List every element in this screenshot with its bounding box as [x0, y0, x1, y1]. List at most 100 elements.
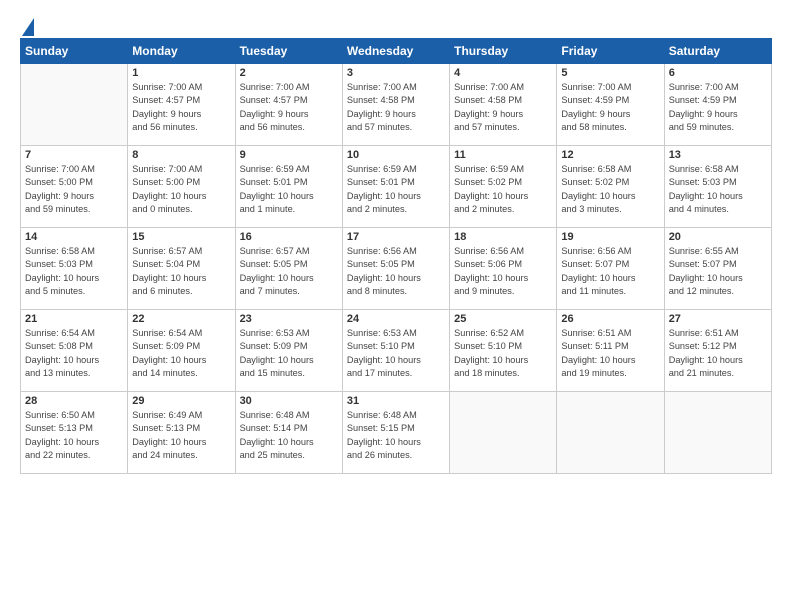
day-info: Sunrise: 6:54 AMSunset: 5:08 PMDaylight:…	[25, 327, 123, 380]
day-number: 27	[669, 313, 767, 325]
day-info: Sunrise: 6:59 AMSunset: 5:01 PMDaylight:…	[347, 163, 445, 216]
day-info: Sunrise: 6:54 AMSunset: 5:09 PMDaylight:…	[132, 327, 230, 380]
day-info: Sunrise: 7:00 AMSunset: 4:58 PMDaylight:…	[454, 81, 552, 134]
day-info: Sunrise: 6:59 AMSunset: 5:01 PMDaylight:…	[240, 163, 338, 216]
logo-triangle-icon	[22, 18, 34, 36]
day-info: Sunrise: 7:00 AMSunset: 4:59 PMDaylight:…	[561, 81, 659, 134]
day-info: Sunrise: 6:48 AMSunset: 5:14 PMDaylight:…	[240, 409, 338, 462]
table-row: 30 Sunrise: 6:48 AMSunset: 5:14 PMDayligh…	[235, 392, 342, 474]
calendar-table: Sunday Monday Tuesday Wednesday Thursday…	[20, 38, 772, 474]
col-wednesday: Wednesday	[342, 39, 449, 64]
logo	[20, 18, 34, 32]
table-row: 5 Sunrise: 7:00 AMSunset: 4:59 PMDaylight…	[557, 64, 664, 146]
col-monday: Monday	[128, 39, 235, 64]
day-info: Sunrise: 7:00 AMSunset: 4:57 PMDaylight:…	[132, 81, 230, 134]
day-info: Sunrise: 6:49 AMSunset: 5:13 PMDaylight:…	[132, 409, 230, 462]
day-info: Sunrise: 6:55 AMSunset: 5:07 PMDaylight:…	[669, 245, 767, 298]
day-info: Sunrise: 6:51 AMSunset: 5:12 PMDaylight:…	[669, 327, 767, 380]
day-number: 9	[240, 149, 338, 161]
col-friday: Friday	[557, 39, 664, 64]
col-sunday: Sunday	[21, 39, 128, 64]
col-tuesday: Tuesday	[235, 39, 342, 64]
table-row: 3 Sunrise: 7:00 AMSunset: 4:58 PMDaylight…	[342, 64, 449, 146]
table-row: 26 Sunrise: 6:51 AMSunset: 5:11 PMDayligh…	[557, 310, 664, 392]
table-row	[21, 64, 128, 146]
day-number: 1	[132, 67, 230, 79]
day-number: 22	[132, 313, 230, 325]
table-row: 12 Sunrise: 6:58 AMSunset: 5:02 PMDayligh…	[557, 146, 664, 228]
day-number: 30	[240, 395, 338, 407]
table-row: 28 Sunrise: 6:50 AMSunset: 5:13 PMDayligh…	[21, 392, 128, 474]
day-info: Sunrise: 6:59 AMSunset: 5:02 PMDaylight:…	[454, 163, 552, 216]
table-row	[450, 392, 557, 474]
day-number: 11	[454, 149, 552, 161]
day-number: 6	[669, 67, 767, 79]
day-number: 12	[561, 149, 659, 161]
day-info: Sunrise: 6:52 AMSunset: 5:10 PMDaylight:…	[454, 327, 552, 380]
day-info: Sunrise: 6:53 AMSunset: 5:10 PMDaylight:…	[347, 327, 445, 380]
table-row: 16Sunrise: 6:57 AMSunset: 5:05 PMDayligh…	[235, 228, 342, 310]
calendar-week-row: 1 Sunrise: 7:00 AMSunset: 4:57 PMDaylight…	[21, 64, 772, 146]
table-row: 23 Sunrise: 6:53 AMSunset: 5:09 PMDayligh…	[235, 310, 342, 392]
day-info: Sunrise: 6:57 AMSunset: 5:04 PMDaylight:…	[132, 245, 230, 298]
day-info: Sunrise: 6:57 AMSunset: 5:05 PMDaylight:…	[240, 245, 338, 298]
table-row: 7 Sunrise: 7:00 AMSunset: 5:00 PMDaylight…	[21, 146, 128, 228]
day-info: Sunrise: 6:56 AMSunset: 5:06 PMDaylight:…	[454, 245, 552, 298]
table-row: 2Sunrise: 7:00 AMSunset: 4:57 PMDaylight…	[235, 64, 342, 146]
col-thursday: Thursday	[450, 39, 557, 64]
table-row	[557, 392, 664, 474]
day-number: 7	[25, 149, 123, 161]
day-number: 5	[561, 67, 659, 79]
day-info: Sunrise: 6:48 AMSunset: 5:15 PMDaylight:…	[347, 409, 445, 462]
day-info: Sunrise: 7:00 AMSunset: 4:58 PMDaylight:…	[347, 81, 445, 134]
table-row: 25 Sunrise: 6:52 AMSunset: 5:10 PMDayligh…	[450, 310, 557, 392]
day-number: 4	[454, 67, 552, 79]
day-info: Sunrise: 6:53 AMSunset: 5:09 PMDaylight:…	[240, 327, 338, 380]
day-info: Sunrise: 6:50 AMSunset: 5:13 PMDaylight:…	[25, 409, 123, 462]
day-number: 25	[454, 313, 552, 325]
day-number: 21	[25, 313, 123, 325]
table-row: 15Sunrise: 6:57 AMSunset: 5:04 PMDayligh…	[128, 228, 235, 310]
table-row: 19 Sunrise: 6:56 AMSunset: 5:07 PMDayligh…	[557, 228, 664, 310]
day-number: 24	[347, 313, 445, 325]
calendar-header-row: Sunday Monday Tuesday Wednesday Thursday…	[21, 39, 772, 64]
day-number: 29	[132, 395, 230, 407]
calendar-week-row: 14 Sunrise: 6:58 AMSunset: 5:03 PMDayligh…	[21, 228, 772, 310]
day-number: 17	[347, 231, 445, 243]
table-row: 10Sunrise: 6:59 AMSunset: 5:01 PMDayligh…	[342, 146, 449, 228]
calendar-week-row: 7 Sunrise: 7:00 AMSunset: 5:00 PMDaylight…	[21, 146, 772, 228]
day-info: Sunrise: 7:00 AMSunset: 5:00 PMDaylight:…	[25, 163, 123, 216]
col-saturday: Saturday	[664, 39, 771, 64]
table-row: 13 Sunrise: 6:58 AMSunset: 5:03 PMDayligh…	[664, 146, 771, 228]
table-row: 20Sunrise: 6:55 AMSunset: 5:07 PMDayligh…	[664, 228, 771, 310]
day-number: 14	[25, 231, 123, 243]
table-row: 21 Sunrise: 6:54 AMSunset: 5:08 PMDayligh…	[21, 310, 128, 392]
day-number: 8	[132, 149, 230, 161]
day-info: Sunrise: 6:58 AMSunset: 5:02 PMDaylight:…	[561, 163, 659, 216]
day-number: 3	[347, 67, 445, 79]
day-info: Sunrise: 6:58 AMSunset: 5:03 PMDaylight:…	[669, 163, 767, 216]
day-number: 19	[561, 231, 659, 243]
day-info: Sunrise: 7:00 AMSunset: 4:57 PMDaylight:…	[240, 81, 338, 134]
day-number: 31	[347, 395, 445, 407]
table-row: 11 Sunrise: 6:59 AMSunset: 5:02 PMDayligh…	[450, 146, 557, 228]
header	[20, 18, 772, 32]
day-info: Sunrise: 6:56 AMSunset: 5:07 PMDaylight:…	[561, 245, 659, 298]
table-row: 1 Sunrise: 7:00 AMSunset: 4:57 PMDaylight…	[128, 64, 235, 146]
day-info: Sunrise: 6:51 AMSunset: 5:11 PMDaylight:…	[561, 327, 659, 380]
day-info: Sunrise: 6:58 AMSunset: 5:03 PMDaylight:…	[25, 245, 123, 298]
day-info: Sunrise: 7:00 AMSunset: 4:59 PMDaylight:…	[669, 81, 767, 134]
table-row: 27 Sunrise: 6:51 AMSunset: 5:12 PMDayligh…	[664, 310, 771, 392]
table-row: 29 Sunrise: 6:49 AMSunset: 5:13 PMDayligh…	[128, 392, 235, 474]
table-row: 31 Sunrise: 6:48 AMSunset: 5:15 PMDayligh…	[342, 392, 449, 474]
day-number: 18	[454, 231, 552, 243]
day-number: 26	[561, 313, 659, 325]
table-row: 4 Sunrise: 7:00 AMSunset: 4:58 PMDaylight…	[450, 64, 557, 146]
day-number: 13	[669, 149, 767, 161]
table-row: 17 Sunrise: 6:56 AMSunset: 5:05 PMDayligh…	[342, 228, 449, 310]
day-info: Sunrise: 6:56 AMSunset: 5:05 PMDaylight:…	[347, 245, 445, 298]
table-row: 18 Sunrise: 6:56 AMSunset: 5:06 PMDayligh…	[450, 228, 557, 310]
day-number: 28	[25, 395, 123, 407]
table-row	[664, 392, 771, 474]
day-number: 23	[240, 313, 338, 325]
